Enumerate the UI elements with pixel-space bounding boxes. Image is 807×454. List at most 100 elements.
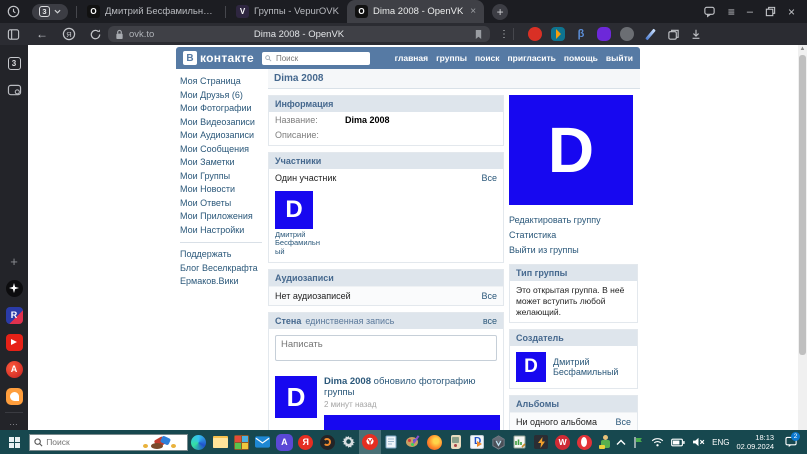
volume-muted-icon[interactable] <box>692 437 705 447</box>
group-avatar[interactable]: D <box>509 95 633 205</box>
tab-groups[interactable]: V Группы - VepurOVK <box>228 0 347 23</box>
handheld-emulator-icon[interactable] <box>445 430 466 454</box>
menu-my-apps[interactable]: Мои Приложения <box>180 210 264 224</box>
tab-count-icon[interactable]: 3 <box>5 54 23 72</box>
menu-donate[interactable]: Поддержать <box>180 248 264 262</box>
nav-help[interactable]: помощь <box>564 53 598 63</box>
language-indicator[interactable]: ENG <box>712 438 729 447</box>
vk-logo[interactable]: В контакте <box>183 51 254 65</box>
virtualbox-icon[interactable] <box>488 430 509 454</box>
yandex-icon[interactable]: Я <box>295 430 316 454</box>
wall-all-link[interactable]: все <box>483 316 497 326</box>
hidden-icons-chevron[interactable] <box>616 439 626 446</box>
taskbar-clock[interactable]: 18:13 02.09.2024 <box>737 433 775 451</box>
member-name-link[interactable]: Дмитрий Бесфамильный <box>275 231 321 257</box>
mercury-app-icon[interactable] <box>316 430 337 454</box>
rutube-icon[interactable]: R <box>5 306 23 324</box>
scrollbar-thumb[interactable] <box>799 55 806 355</box>
menu-wiki[interactable]: Ермаков.Вики <box>180 275 264 289</box>
nav-main[interactable]: главная <box>395 53 429 63</box>
history-clock-icon[interactable] <box>7 5 20 18</box>
wall-compose-input[interactable] <box>275 335 497 361</box>
menu-my-settings[interactable]: Мои Настройки <box>180 224 264 238</box>
download-icon[interactable] <box>689 27 703 41</box>
vpn-app-icon[interactable]: A <box>274 430 295 454</box>
post-author-avatar[interactable]: D <box>275 376 317 418</box>
extension-globe-icon[interactable] <box>620 27 634 41</box>
meet-now-flag-icon[interactable] <box>633 437 644 448</box>
statistics-link[interactable]: Статистика <box>509 228 638 243</box>
menu-my-friends[interactable]: Мои Друзья (6) <box>180 89 264 103</box>
post-author-link[interactable]: Dima 2008 <box>324 376 371 387</box>
tab-close-icon[interactable]: × <box>470 6 476 17</box>
nav-search[interactable]: поиск <box>475 53 500 63</box>
url-field[interactable]: ovk.to Dima 2008 - OpenVK <box>108 26 490 42</box>
menu-my-replies[interactable]: Мои Ответы <box>180 197 264 211</box>
extension-beta-icon[interactable]: β <box>574 27 588 41</box>
scroll-up-arrow[interactable]: ▲ <box>798 46 807 52</box>
winamp-icon[interactable] <box>531 430 552 454</box>
tab-dima2008-active[interactable]: O Dima 2008 - OpenVK × <box>347 0 484 23</box>
edge-icon[interactable] <box>188 430 209 454</box>
minimize-icon[interactable]: – <box>747 6 753 18</box>
members-all-link[interactable]: Все <box>481 173 497 183</box>
battery-icon[interactable] <box>671 438 685 447</box>
menu-my-page[interactable]: Моя Страница <box>180 75 264 89</box>
yandex-browser-icon-active[interactable]: Y <box>359 430 380 454</box>
menu-my-groups[interactable]: Мои Группы <box>180 170 264 184</box>
pen-tool-icon[interactable] <box>643 27 657 41</box>
extension-red-icon[interactable] <box>528 27 542 41</box>
tab-profile[interactable]: O Дмитрий Бесфамильный <box>79 0 223 23</box>
reload-icon[interactable] <box>89 28 102 41</box>
yandex-home-icon[interactable]: Я <box>62 27 76 41</box>
report-doc-icon[interactable] <box>509 430 530 454</box>
member-avatar[interactable]: D <box>275 191 313 229</box>
tab-counter-button[interactable]: 3 <box>32 4 68 20</box>
action-center-icon[interactable]: 2 <box>781 430 801 454</box>
add-panel-icon[interactable]: + <box>5 252 23 270</box>
menu-my-videos[interactable]: Мои Видеозаписи <box>180 116 264 130</box>
extension-purple-icon[interactable] <box>597 27 611 41</box>
extension-teal-icon[interactable] <box>551 27 565 41</box>
start-button[interactable] <box>0 430 29 454</box>
menu-my-notes[interactable]: Мои Заметки <box>180 156 264 170</box>
bookmark-flag-icon[interactable] <box>474 29 483 40</box>
cards-icon[interactable] <box>666 27 680 41</box>
albums-all-link[interactable]: Все <box>615 417 631 427</box>
mail-icon[interactable] <box>252 430 273 454</box>
menu-my-photos[interactable]: Мои Фотографии <box>180 102 264 116</box>
more-apps-icon[interactable]: … <box>5 412 23 430</box>
back-icon[interactable]: ← <box>36 27 48 41</box>
sidebar-toggle-icon[interactable] <box>7 28 20 41</box>
youtube-icon[interactable] <box>5 333 23 351</box>
nav-invite[interactable]: пригласить <box>508 53 556 63</box>
creator-avatar[interactable]: D <box>516 352 546 382</box>
wifi-icon[interactable] <box>651 437 664 447</box>
w-app-icon[interactable]: W <box>552 430 573 454</box>
menu-my-messages[interactable]: Мои Сообщения <box>180 143 264 157</box>
menu-blog[interactable]: Блог Веселкрафта <box>180 262 264 276</box>
installer-person-icon[interactable] <box>595 430 616 454</box>
page-scrollbar[interactable]: ▲ <box>798 45 807 430</box>
close-window-icon[interactable]: × <box>788 5 795 19</box>
nav-logout[interactable]: выйти <box>606 53 633 63</box>
notepad-icon[interactable] <box>381 430 402 454</box>
creator-name-link[interactable]: Дмитрий Бесфамильный <box>553 357 631 377</box>
edit-group-link[interactable]: Редактировать группу <box>509 213 638 228</box>
taskbar-search-box[interactable] <box>29 434 188 451</box>
menu-my-news[interactable]: Мои Новости <box>180 183 264 197</box>
alice-app-icon[interactable]: A <box>5 360 23 378</box>
screenshare-icon[interactable] <box>5 81 23 99</box>
talk-icon[interactable] <box>703 5 716 18</box>
menu-icon[interactable]: ≡ <box>728 5 735 19</box>
firefox-icon[interactable] <box>424 430 445 454</box>
more-dots-icon[interactable]: ⋮ <box>499 29 509 40</box>
settings-gear-icon[interactable] <box>338 430 359 454</box>
yandex-music-icon[interactable] <box>5 387 23 405</box>
menu-my-audios[interactable]: Мои Аудиозаписи <box>180 129 264 143</box>
post-photo[interactable]: D <box>324 415 500 430</box>
restore-window-icon[interactable] <box>765 6 776 17</box>
paint-icon[interactable] <box>402 430 423 454</box>
vk-search-input[interactable] <box>262 52 370 65</box>
nav-groups[interactable]: группы <box>436 53 467 63</box>
